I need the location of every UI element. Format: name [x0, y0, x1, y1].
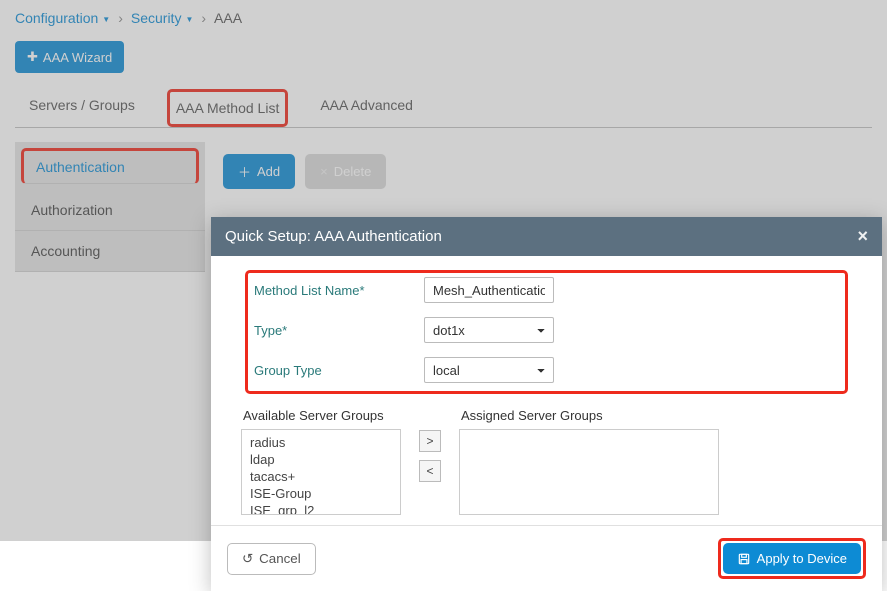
- actions-row: ＋ Add × Delete: [205, 142, 404, 201]
- available-groups-listbox[interactable]: radius ldap tacacs+ ISE-Group ISE_grp_l2: [241, 429, 401, 515]
- group-type-select[interactable]: local: [424, 357, 554, 383]
- delete-button[interactable]: × Delete: [305, 154, 386, 189]
- caret-icon: ▼: [102, 15, 110, 24]
- tab-aaa-method-list[interactable]: AAA Method List: [167, 89, 289, 127]
- side-tab-authentication[interactable]: Authentication: [21, 148, 199, 184]
- apply-to-device-button[interactable]: Apply to Device: [723, 543, 861, 574]
- wizard-label: AAA Wizard: [43, 50, 112, 65]
- plus-icon: ＋: [238, 162, 251, 181]
- breadcrumb: Configuration ▼ › Security ▼ › AAA: [0, 0, 887, 36]
- apply-label: Apply to Device: [757, 551, 847, 566]
- move-right-button[interactable]: >: [419, 430, 441, 452]
- list-item[interactable]: radius: [250, 434, 392, 451]
- side-tab-authn-label: Authentication: [36, 159, 125, 175]
- move-left-button[interactable]: <: [419, 460, 441, 482]
- crumb-configuration[interactable]: Configuration ▼: [15, 10, 110, 26]
- top-tabs: Servers / Groups AAA Method List AAA Adv…: [15, 89, 872, 128]
- list-item[interactable]: ldap: [250, 451, 392, 468]
- available-groups-label: Available Server Groups: [241, 408, 401, 423]
- crumb-config-label: Configuration: [15, 10, 98, 26]
- crumb-security-label: Security: [131, 10, 182, 26]
- add-label: Add: [257, 164, 280, 179]
- caret-icon: ▼: [185, 15, 193, 24]
- save-icon: [737, 552, 751, 566]
- tab-servers-groups[interactable]: Servers / Groups: [23, 89, 141, 127]
- list-item[interactable]: ISE_grp_l2: [250, 502, 392, 515]
- breadcrumb-sep: ›: [199, 10, 208, 26]
- method-list-name-input[interactable]: [424, 277, 554, 303]
- crumb-security[interactable]: Security ▼: [131, 10, 194, 26]
- side-tabs: Authentication Authorization Accounting: [15, 142, 205, 272]
- x-icon: ×: [320, 164, 328, 179]
- type-select[interactable]: dot1x: [424, 317, 554, 343]
- close-icon[interactable]: ×: [857, 226, 868, 247]
- assigned-groups-listbox[interactable]: [459, 429, 719, 515]
- side-tab-authorization[interactable]: Authorization: [15, 190, 205, 231]
- quick-setup-modal: Quick Setup: AAA Authentication × Method…: [211, 217, 882, 591]
- tab-aaa-advanced[interactable]: AAA Advanced: [314, 89, 419, 127]
- undo-icon: ↺: [242, 551, 253, 567]
- group-type-label: Group Type: [254, 363, 424, 378]
- cancel-label: Cancel: [259, 551, 301, 566]
- method-list-name-label: Method List Name*: [254, 283, 424, 298]
- add-button[interactable]: ＋ Add: [223, 154, 295, 189]
- aaa-wizard-button[interactable]: ✚ AAA Wizard: [15, 41, 124, 73]
- side-tab-accounting[interactable]: Accounting: [15, 231, 205, 272]
- list-item[interactable]: ISE-Group: [250, 485, 392, 502]
- cancel-button[interactable]: ↺ Cancel: [227, 543, 316, 575]
- plus-icon: ✚: [27, 49, 38, 65]
- breadcrumb-sep: ›: [116, 10, 125, 26]
- list-item[interactable]: tacacs+: [250, 468, 392, 485]
- modal-header: Quick Setup: AAA Authentication ×: [211, 217, 882, 256]
- type-label: Type*: [254, 323, 424, 338]
- delete-label: Delete: [334, 164, 372, 179]
- modal-title: Quick Setup: AAA Authentication: [225, 228, 442, 245]
- crumb-current: AAA: [214, 10, 242, 26]
- assigned-groups-label: Assigned Server Groups: [459, 408, 719, 423]
